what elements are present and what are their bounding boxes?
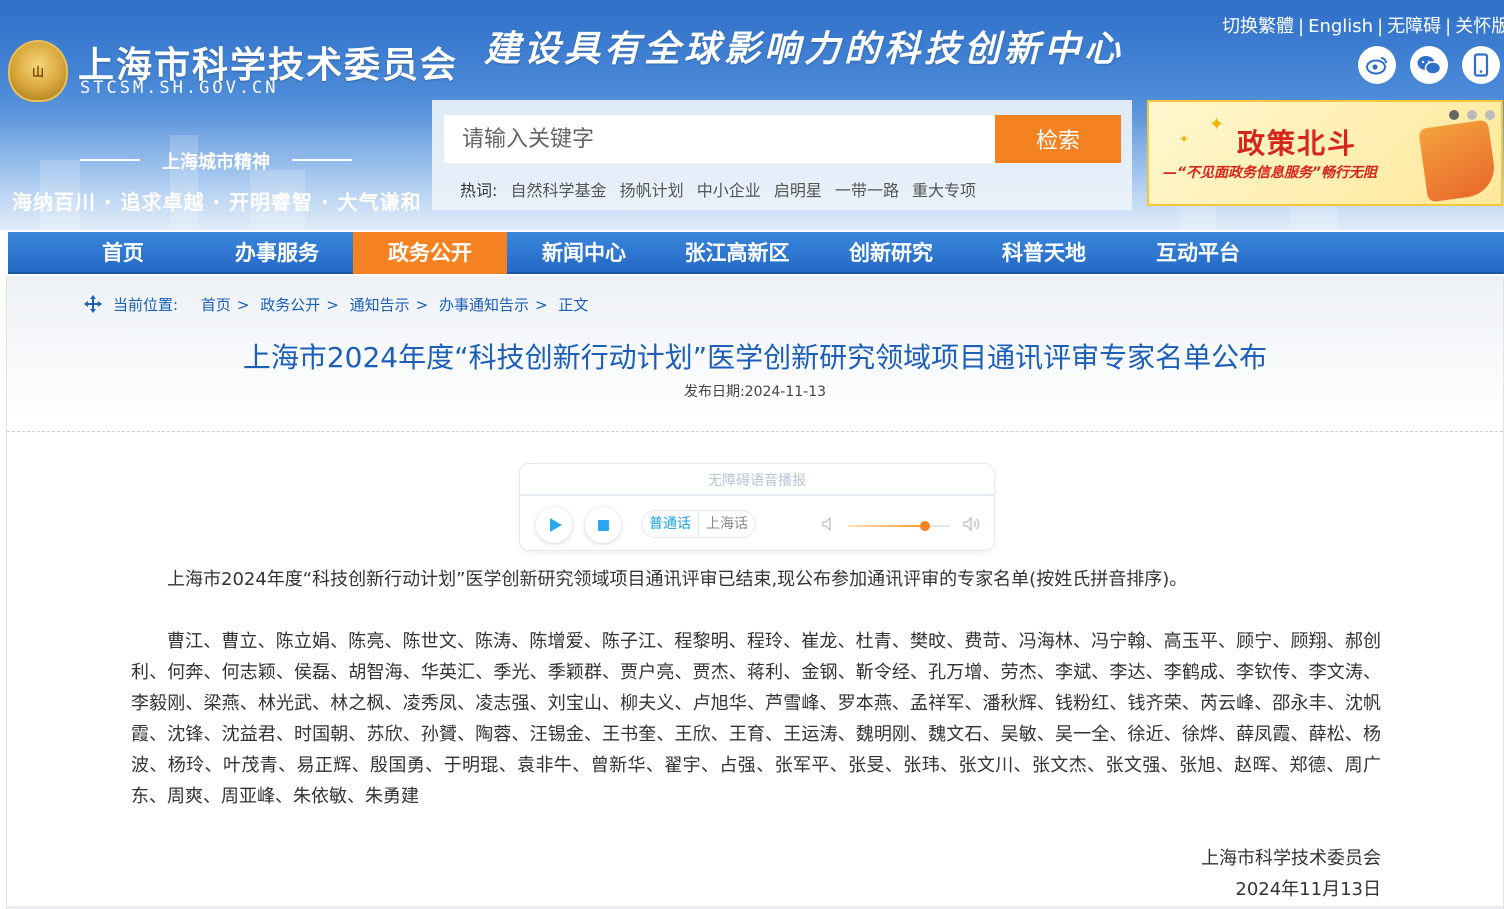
hotword-link[interactable]: 一带一路	[835, 181, 899, 200]
nav-item-services[interactable]: 办事服务	[200, 232, 354, 274]
traditional-chinese-link[interactable]: 切换繁體	[1222, 16, 1294, 37]
hotword-link[interactable]: 启明星	[774, 181, 822, 200]
hotwords: 热词: 自然科学基金 扬帆计划 中小企业 启明星 一带一路 重大专项	[460, 177, 984, 201]
divider: |	[1377, 16, 1384, 37]
breadcrumb-home[interactable]: 首页	[201, 296, 231, 314]
breadcrumb-government-affairs[interactable]: 政务公开	[260, 296, 320, 314]
breadcrumb-separator: >	[534, 296, 548, 314]
expert-names-paragraph: 曹江、曹立、陈立娟、陈亮、陈世文、陈涛、陈增爱、陈子江、程黎明、程玲、崔龙、杜青…	[131, 631, 1381, 807]
site-domain: STCSM.SH.GOV.CN	[80, 78, 279, 98]
nav-item-innovation-research[interactable]: 创新研究	[814, 232, 968, 274]
stop-button[interactable]	[585, 507, 621, 543]
utility-links: 切换繁體 | English | 无障碍 | 关怀版	[1222, 12, 1504, 38]
play-button[interactable]	[536, 507, 572, 543]
emblem-text: 山	[31, 64, 44, 79]
hotword-link[interactable]: 自然科学基金	[511, 181, 607, 200]
divider: |	[1445, 16, 1452, 37]
stop-icon	[597, 519, 609, 531]
nav-item-zhangjiang[interactable]: 张江高新区	[660, 232, 814, 274]
article-title: 上海市2024年度“科技创新行动计划”医学创新研究领域项目通讯评审专家名单公布	[242, 341, 1268, 374]
weibo-icon[interactable]	[1358, 46, 1396, 84]
nav-item-science-popularization[interactable]: 科普天地	[967, 232, 1121, 274]
volume-knob[interactable]	[919, 521, 930, 531]
language-switch: 普通话 上海话	[641, 510, 756, 538]
breadcrumb-current[interactable]: 正文	[558, 296, 588, 314]
banner-subtitle: —“不见面政务信息服务”畅行无阻	[1163, 165, 1378, 181]
main-nav: 首页 办事服务 政务公开 新闻中心 张江高新区 创新研究 科普天地 互动平台	[8, 232, 1504, 274]
city-spirit-title: 上海城市精神	[80, 148, 352, 174]
policy-banner[interactable]: ✦ ✦ 政策北斗 —“不见面政务信息服务”畅行无阻	[1147, 100, 1503, 206]
volume-high-icon[interactable]	[961, 515, 983, 535]
hotword-link[interactable]: 中小企业	[697, 181, 761, 200]
care-mode-link[interactable]: 关怀版	[1455, 16, 1504, 37]
carousel-dot[interactable]	[1449, 110, 1459, 120]
divider	[7, 431, 1503, 432]
city-spirit-text: 海纳百川 · 追求卓越 · 开明睿智 · 大气谦和	[12, 190, 422, 214]
english-link[interactable]: English	[1308, 16, 1373, 37]
hotwords-label: 热词:	[460, 181, 498, 200]
article-body: 上海市2024年度“科技创新行动计划”医学创新研究领域项目通讯评审已结束,现公布…	[131, 564, 1381, 812]
document-illustration-icon	[1418, 119, 1498, 203]
city-emblem-logo[interactable]: 山	[8, 40, 68, 102]
article-container: 当前位置: 首页 > 政务公开 > 通知告示 > 办事通知告示 > 正文 上海市2024…	[6, 276, 1504, 909]
breadcrumb: 当前位置: 首页 > 政务公开 > 通知告示 > 办事通知告示 > 正文	[83, 294, 588, 315]
divider: |	[1298, 16, 1305, 37]
article-signature: 上海市科学技术委员会 2024年11月13日	[1107, 843, 1381, 905]
article-intro-paragraph: 上海市2024年度“科技创新行动计划”医学创新研究领域项目通讯评审已结束,现公布…	[167, 569, 1188, 590]
shanghainese-option[interactable]: 上海话	[698, 511, 755, 537]
accessibility-link[interactable]: 无障碍	[1387, 16, 1441, 37]
player-progress-bar[interactable]	[520, 494, 994, 496]
sparkle-icon: ✦	[1179, 132, 1190, 146]
nav-item-home[interactable]: 首页	[46, 232, 200, 274]
breadcrumb-service-notices[interactable]: 办事通知告示	[439, 296, 529, 314]
search-button[interactable]: 检索	[995, 115, 1121, 163]
carousel-dot[interactable]	[1467, 110, 1477, 120]
nav-item-news[interactable]: 新闻中心	[507, 232, 661, 274]
mobile-icon[interactable]	[1462, 46, 1500, 84]
volume-slider[interactable]	[848, 521, 950, 531]
play-icon	[549, 518, 562, 532]
breadcrumb-separator: >	[415, 296, 429, 314]
location-icon	[83, 294, 103, 314]
nav-item-interaction[interactable]: 互动平台	[1121, 232, 1275, 274]
sparkle-icon: ✦	[1209, 114, 1225, 135]
carousel-dot[interactable]	[1485, 110, 1495, 120]
volume-low-icon[interactable]	[820, 515, 842, 535]
publish-date: 发布日期:2024-11-13	[683, 384, 827, 400]
search-panel: 检索 热词: 自然科学基金 扬帆计划 中小企业 启明星 一带一路 重大专项	[432, 100, 1132, 210]
hotword-link[interactable]: 扬帆计划	[620, 181, 684, 200]
signature-date: 2024年11月13日	[1235, 879, 1381, 900]
breadcrumb-notices[interactable]: 通知告示	[350, 296, 410, 314]
player-title: 无障碍语音播报	[708, 473, 806, 489]
breadcrumb-label: 当前位置:	[113, 296, 179, 314]
nav-item-government-affairs[interactable]: 政务公开	[353, 232, 507, 274]
volume-fill	[848, 525, 925, 527]
site-header: 山 上海市科学技术委员会 STCSM.SH.GOV.CN 建设具有全球影响力的科…	[0, 0, 1504, 230]
mandarin-option[interactable]: 普通话	[642, 511, 698, 537]
wechat-icon[interactable]	[1410, 46, 1448, 84]
breadcrumb-separator: >	[326, 296, 339, 314]
breadcrumb-separator: >	[236, 296, 250, 314]
search-input[interactable]	[444, 115, 995, 163]
audio-player: 无障碍语音播报 普通话 上海话	[519, 463, 995, 551]
banner-title: 政策北斗	[1237, 127, 1358, 160]
hotword-link[interactable]: 重大专项	[912, 181, 976, 200]
slogan: 建设具有全球影响力的科技创新中心	[484, 28, 1125, 70]
signature-organization: 上海市科学技术委员会	[1201, 848, 1381, 869]
